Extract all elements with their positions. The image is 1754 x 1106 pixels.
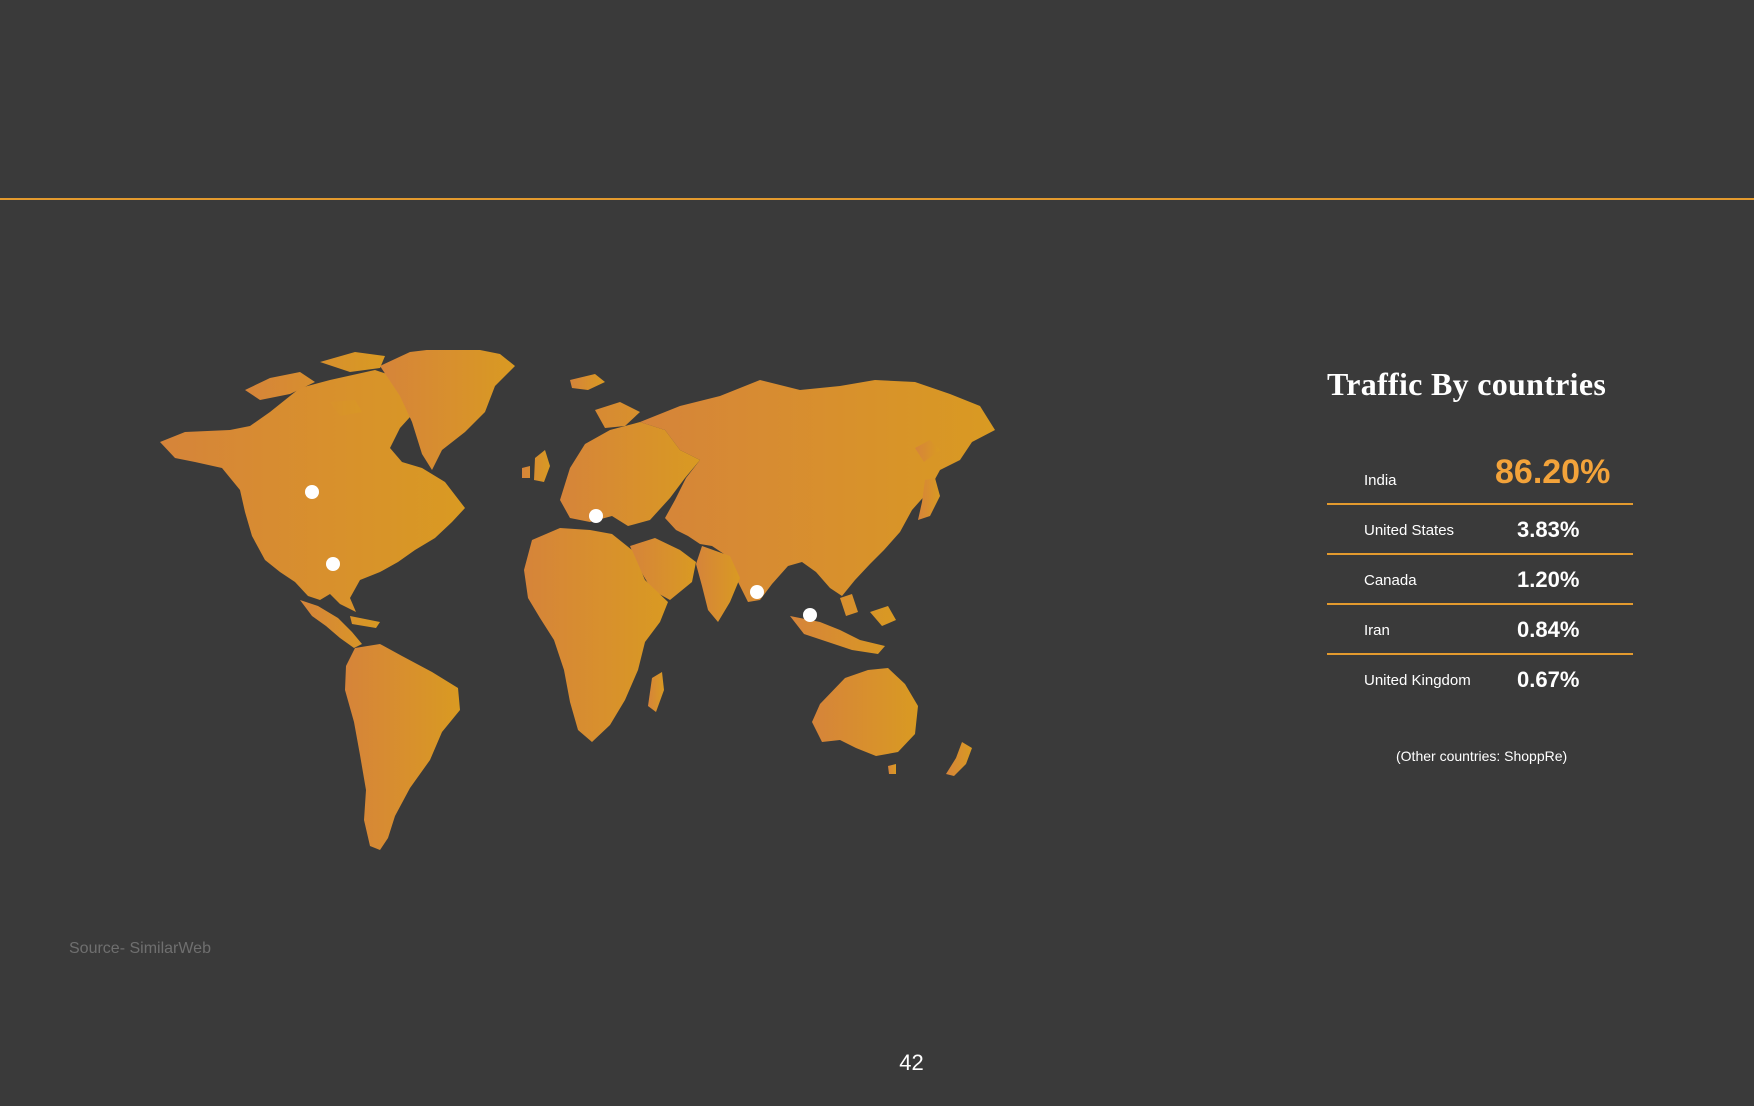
- traffic-share: 86.20%: [1495, 453, 1611, 491]
- country-name: United States: [1364, 522, 1455, 539]
- country-name: Iran: [1364, 622, 1390, 639]
- australia-shape: [812, 668, 918, 756]
- header-divider: [0, 198, 1754, 200]
- country-name: United Kingdom: [1364, 672, 1471, 689]
- marker-canada: [305, 485, 319, 499]
- iceland-shape: [570, 374, 605, 390]
- tasmania-shape: [888, 764, 896, 774]
- south-america-shape: [345, 644, 460, 850]
- world-map: [140, 350, 1110, 880]
- panel-title: Traffic By countries: [1327, 366, 1607, 402]
- new-zealand-shape: [946, 742, 972, 776]
- page-number: 42: [899, 1050, 924, 1075]
- traffic-share: 0.84%: [1517, 617, 1580, 642]
- other-countries-note: (Other countries: ShoppRe): [1396, 748, 1568, 764]
- source-credit: Source- SimilarWeb: [69, 940, 211, 957]
- traffic-row: United Kingdom 0.67%: [1327, 655, 1633, 703]
- madagascar-shape: [648, 672, 664, 712]
- country-name: Canada: [1364, 572, 1417, 589]
- central-america-shape: [300, 600, 380, 648]
- southeast-asia-islands-shape: [790, 594, 896, 654]
- marker-united-kingdom: [589, 509, 603, 523]
- country-name: India: [1364, 472, 1397, 489]
- traffic-share: 3.83%: [1517, 517, 1580, 542]
- traffic-row: Canada 1.20%: [1327, 555, 1633, 605]
- traffic-table: India 86.20% United States 3.83% Canada …: [1327, 443, 1633, 703]
- world-map-graphic: [160, 350, 995, 850]
- traffic-share: 0.67%: [1517, 667, 1580, 692]
- marker-india: [803, 608, 817, 622]
- traffic-row: Iran 0.84%: [1327, 605, 1633, 655]
- traffic-row: United States 3.83%: [1327, 505, 1633, 555]
- traffic-row: India 86.20%: [1327, 443, 1633, 505]
- marker-united-states: [326, 557, 340, 571]
- traffic-panel: Traffic By countries India 86.20% United…: [1327, 366, 1633, 703]
- marker-iran: [750, 585, 764, 599]
- british-isles-shape: [522, 450, 550, 482]
- traffic-share: 1.20%: [1517, 567, 1580, 592]
